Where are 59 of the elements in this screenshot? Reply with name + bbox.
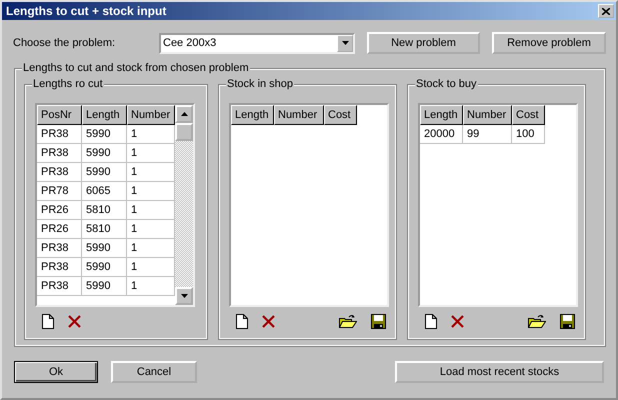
scrollbar[interactable] — [175, 105, 193, 305]
table-cell: PR38 — [37, 277, 82, 296]
panel-title: Stock in shop — [226, 78, 294, 90]
column-header[interactable]: Cost — [512, 105, 545, 125]
window-title: Lengths to cut + stock input — [6, 4, 166, 18]
folder-icon[interactable] — [339, 314, 357, 329]
table-cell: PR38 — [37, 163, 82, 182]
column-header[interactable]: PosNr — [37, 105, 82, 125]
table-cell: 5990 — [82, 277, 127, 296]
new-document-icon[interactable] — [425, 314, 437, 329]
table-cell: 5810 — [82, 220, 127, 239]
table-cell: 5990 — [82, 144, 127, 163]
delete-icon[interactable] — [451, 315, 464, 328]
close-button[interactable] — [598, 4, 614, 18]
column-header[interactable]: Length — [420, 105, 463, 125]
panel-title: Stock to buy — [415, 78, 478, 90]
column-header[interactable]: Length — [231, 105, 274, 125]
table-cell: 99 — [463, 125, 512, 144]
column-header[interactable]: Number — [274, 105, 324, 125]
table-cell: 5990 — [82, 258, 127, 277]
group-title: Lengths to cut and stock from chosen problem — [22, 62, 250, 74]
table-cell: PR78 — [37, 182, 82, 201]
column-header[interactable]: Number — [463, 105, 512, 125]
table-cell: 5810 — [82, 201, 127, 220]
table-cell: PR26 — [37, 220, 82, 239]
delete-icon[interactable] — [68, 315, 81, 328]
save-icon[interactable] — [560, 314, 575, 329]
new-document-icon[interactable] — [236, 314, 248, 329]
column-header[interactable]: Cost — [324, 105, 357, 125]
table-cell: PR26 — [37, 201, 82, 220]
panel-title: Lengths ro cut — [32, 78, 104, 90]
field-label: Choose the problem: — [13, 37, 116, 49]
problem-dropdown[interactable]: Cee 200x3 — [159, 32, 355, 54]
dialog-button[interactable]: Cancel — [111, 361, 197, 383]
table-cell: 100 — [512, 125, 545, 144]
column-header[interactable]: Length — [82, 105, 127, 125]
table-cell: 5990 — [82, 239, 127, 258]
table-cell: PR38 — [37, 239, 82, 258]
delete-icon[interactable] — [262, 315, 275, 328]
save-icon[interactable] — [371, 314, 386, 329]
remove-problem-button[interactable]: Remove problem — [492, 32, 606, 54]
up-arrow-icon[interactable] — [180, 112, 188, 116]
table-cell: 6065 — [82, 182, 127, 201]
dialog-button[interactable]: Load most recent stocks — [395, 361, 604, 383]
down-arrow-icon[interactable] — [180, 294, 188, 298]
dropdown-arrow-icon[interactable] — [342, 41, 348, 45]
close-icon[interactable] — [602, 8, 610, 14]
table-cell: PR38 — [37, 258, 82, 277]
table-cell: PR38 — [37, 144, 82, 163]
dialog-button[interactable]: Ok — [14, 361, 98, 383]
table-cell: 5990 — [82, 125, 127, 144]
column-header[interactable]: Number — [127, 105, 175, 125]
folder-icon[interactable] — [528, 314, 546, 329]
scrollbar-thumb[interactable] — [175, 123, 193, 141]
table-cell: PR38 — [37, 125, 82, 144]
new-problem-button[interactable]: New problem — [367, 32, 480, 54]
table-cell: 20000 — [420, 125, 463, 144]
new-document-icon[interactable] — [42, 314, 54, 329]
table-cell: 5990 — [82, 163, 127, 182]
